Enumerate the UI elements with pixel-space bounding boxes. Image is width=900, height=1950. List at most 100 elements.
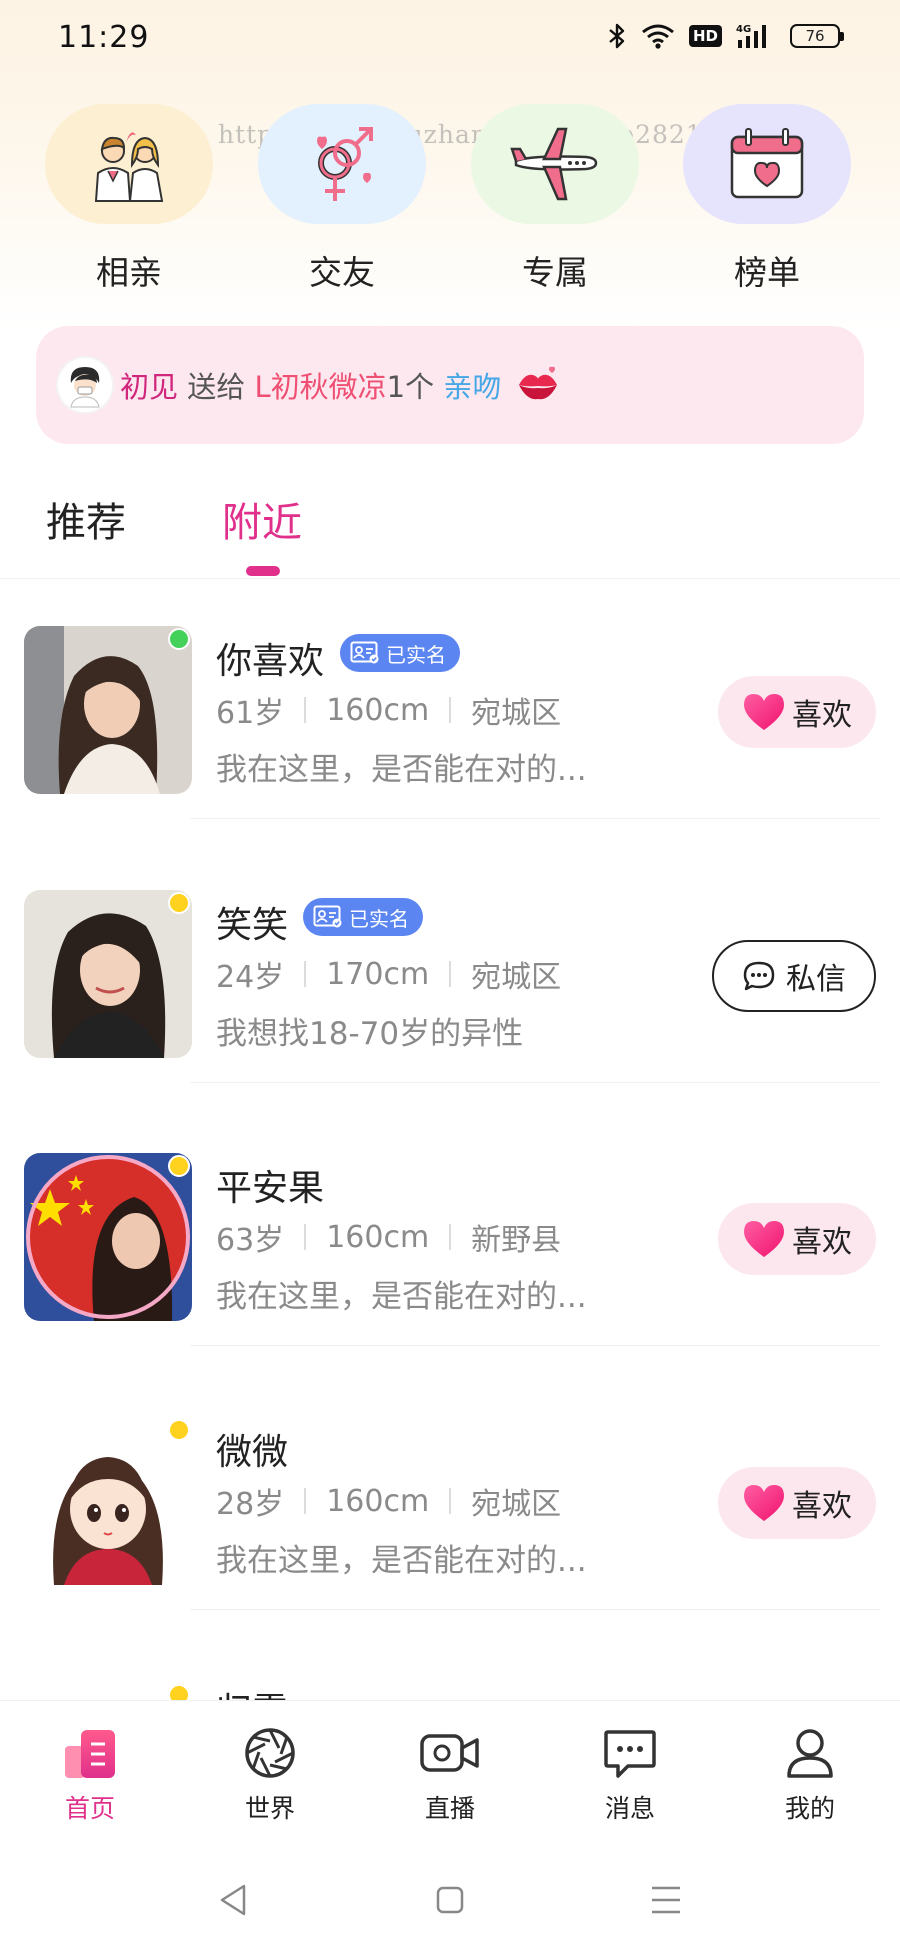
row-divider bbox=[190, 1609, 880, 1610]
battery-level: 76 bbox=[805, 27, 825, 45]
status-icons: HD 4G 76 bbox=[607, 22, 844, 50]
gift-name: 亲吻 bbox=[443, 370, 502, 404]
gender-symbols-icon bbox=[317, 127, 373, 201]
gift-receiver[interactable]: L初秋微凉 bbox=[254, 370, 386, 404]
user-list-item[interactable]: 笑笑 已实名 24岁 170cm 宛城区 我想找18-70岁的异性 私信 bbox=[0, 890, 900, 1154]
meta-divider bbox=[304, 961, 307, 987]
user-meta: 28岁 160cm 宛城区 bbox=[216, 1479, 561, 1523]
category-matchmaking[interactable]: 相亲 bbox=[44, 104, 214, 294]
nav-icon-wrap bbox=[570, 1723, 690, 1783]
online-status-dot bbox=[168, 1155, 190, 1177]
profile-icon bbox=[787, 1729, 833, 1778]
user-location: 宛城区 bbox=[471, 1487, 562, 1522]
category-ranking[interactable]: 榜单 bbox=[682, 104, 852, 294]
status-time: 11:29 bbox=[58, 20, 150, 55]
like-button[interactable]: 喜欢 bbox=[718, 676, 876, 748]
nav-icon-wrap bbox=[30, 1723, 150, 1783]
message-button[interactable]: 私信 bbox=[712, 940, 876, 1012]
video-camera-icon bbox=[420, 1734, 479, 1772]
user-name: 微微 bbox=[216, 1432, 289, 1473]
gift-notification-banner[interactable]: 初见 送给 L初秋微凉1个 亲吻 bbox=[36, 326, 864, 444]
nav-world[interactable]: 世界 bbox=[210, 1723, 330, 1825]
user-age: 24岁 bbox=[216, 960, 285, 995]
gift-count: 1个 bbox=[386, 370, 435, 404]
user-location: 新野县 bbox=[471, 1223, 562, 1258]
home-square-icon bbox=[436, 1886, 464, 1914]
category-friends[interactable]: 交友 bbox=[257, 104, 427, 294]
user-photo[interactable] bbox=[24, 1153, 192, 1321]
user-meta: 61岁 160cm 宛城区 bbox=[216, 688, 561, 732]
nav-icon-wrap bbox=[390, 1723, 510, 1783]
like-button[interactable]: 喜欢 bbox=[718, 1467, 876, 1539]
user-photo[interactable] bbox=[24, 626, 192, 794]
user-location: 宛城区 bbox=[471, 960, 562, 995]
hd-badge: HD bbox=[688, 25, 722, 47]
tab-recommend[interactable]: 推荐 bbox=[46, 490, 126, 548]
nav-home[interactable]: 首页 bbox=[30, 1723, 150, 1825]
nav-label: 我的 bbox=[784, 1794, 835, 1823]
user-age: 28岁 bbox=[216, 1487, 285, 1522]
menu-lines-icon bbox=[652, 1886, 680, 1914]
id-card-icon bbox=[350, 641, 379, 664]
like-label: 喜欢 bbox=[792, 1489, 852, 1524]
meta-divider bbox=[304, 1224, 307, 1250]
user-bio: 我想找18-70岁的异性 bbox=[216, 1016, 524, 1052]
verified-label: 已实名 bbox=[386, 642, 446, 667]
user-name: 笑笑 bbox=[216, 905, 289, 946]
category-bubble bbox=[471, 104, 639, 224]
user-name: 归零 bbox=[216, 1682, 316, 1702]
nav-label: 消息 bbox=[604, 1794, 655, 1823]
row-divider bbox=[190, 818, 880, 819]
chat-icon bbox=[604, 1730, 656, 1778]
online-status-dot bbox=[168, 1419, 190, 1441]
user-list-item[interactable]: 平安果 63岁 160cm 新野县 我在这里，是否能在对的... 喜欢 bbox=[0, 1153, 900, 1417]
id-card-icon bbox=[313, 905, 342, 928]
meta-divider bbox=[304, 1488, 307, 1514]
user-meta: 24岁 170cm 宛城区 bbox=[216, 952, 561, 996]
user-name: 你喜欢 bbox=[216, 641, 325, 682]
nav-profile[interactable]: 我的 bbox=[750, 1723, 870, 1825]
gift-sender[interactable]: 初见 bbox=[120, 370, 178, 404]
verified-label: 已实名 bbox=[349, 906, 409, 931]
meta-divider bbox=[449, 1488, 452, 1514]
online-status-dot bbox=[168, 892, 190, 914]
user-meta: 63岁 160cm 新野县 bbox=[216, 1215, 561, 1259]
user-list-item[interactable]: 微微 28岁 160cm 宛城区 我在这里，是否能在对的... 喜欢 bbox=[0, 1417, 900, 1681]
nav-messages[interactable]: 消息 bbox=[570, 1723, 690, 1825]
gift-message: 初见 送给 L初秋微凉1个 亲吻 bbox=[120, 364, 501, 406]
meta-divider bbox=[304, 697, 307, 723]
status-bar: 11:29 HD 4G 76 bbox=[0, 0, 900, 80]
like-button[interactable]: 喜欢 bbox=[718, 1203, 876, 1275]
verified-badge: 已实名 bbox=[340, 634, 460, 672]
user-height: 160cm bbox=[326, 1219, 430, 1255]
nav-live[interactable]: 直播 bbox=[390, 1723, 510, 1825]
online-status-dot bbox=[168, 628, 190, 650]
user-location: 宛城区 bbox=[471, 696, 562, 731]
bluetooth-icon bbox=[609, 23, 625, 49]
meta-divider bbox=[449, 961, 452, 987]
category-bubble bbox=[683, 104, 851, 224]
active-tab-indicator bbox=[246, 566, 280, 576]
category-exclusive[interactable]: 专属 bbox=[470, 104, 640, 294]
heart-icon bbox=[744, 1221, 784, 1257]
system-home-button[interactable] bbox=[426, 1876, 474, 1924]
tab-nearby[interactable]: 附近 bbox=[222, 490, 302, 548]
svg-text:4G: 4G bbox=[736, 24, 751, 35]
nav-label: 世界 bbox=[244, 1794, 295, 1823]
user-list-item[interactable]: 你喜欢 已实名 61岁 160cm 宛城区 我在这里，是否能在对的... 喜欢 bbox=[0, 626, 900, 890]
user-photo[interactable] bbox=[24, 890, 192, 1058]
calendar-heart-icon bbox=[730, 128, 804, 199]
system-back-button[interactable] bbox=[210, 1876, 258, 1924]
user-name: 平安果 bbox=[216, 1168, 325, 1209]
user-photo[interactable] bbox=[24, 1417, 192, 1585]
meta-divider bbox=[449, 1224, 452, 1250]
gift-verb: 送给 bbox=[187, 370, 246, 404]
like-label: 喜欢 bbox=[792, 1225, 852, 1260]
system-navigation-bar bbox=[0, 1850, 900, 1950]
user-height: 170cm bbox=[326, 956, 430, 992]
system-menu-button[interactable] bbox=[642, 1876, 690, 1924]
nav-icon-wrap bbox=[750, 1723, 870, 1783]
avatar-icon bbox=[70, 367, 100, 408]
verified-badge: 已实名 bbox=[303, 898, 423, 936]
user-photo-image bbox=[24, 1417, 192, 1585]
